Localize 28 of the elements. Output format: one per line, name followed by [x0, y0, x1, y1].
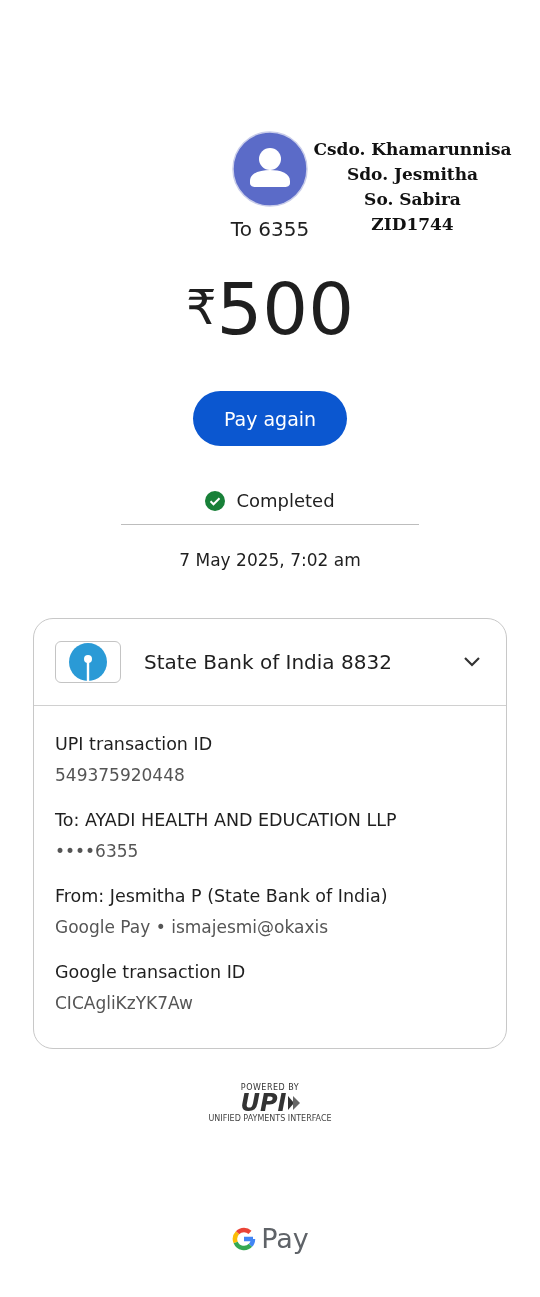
- detail-label: UPI transaction ID: [55, 734, 214, 754]
- upi-arrows-icon: [287, 1096, 300, 1110]
- annotation-text: So. Sabira: [364, 188, 461, 211]
- annotation-text: ZID1744: [371, 213, 454, 236]
- upi-logo-text: UPI: [240, 1092, 287, 1114]
- detail-label: To: AYADI HEALTH AND EDUCATION LLP: [55, 810, 398, 830]
- pay-again-button[interactable]: Pay again: [193, 391, 347, 446]
- bank-account: State Bank of India 8832: [144, 650, 393, 674]
- bank-logo-icon: [55, 641, 121, 683]
- recipient-label: To 6355: [230, 217, 310, 241]
- chevron-down-icon[interactable]: [462, 655, 482, 669]
- google-pay-logo-text: Pay: [261, 1223, 309, 1254]
- detail-value: 549375920448: [55, 765, 186, 785]
- detail-label: From: Jesmitha P (State Bank of India): [55, 886, 389, 906]
- detail-value: CICAgliKzYK7Aw: [55, 993, 194, 1013]
- detail-value: ••••6355: [55, 841, 140, 861]
- status-label: Completed: [236, 490, 335, 511]
- google-g-icon: [231, 1225, 258, 1252]
- annotation-text: Csdo. Khamarunnisa: [313, 138, 512, 161]
- currency-symbol: ₹: [186, 283, 217, 331]
- detail-value: Google Pay • ismajesmi@okaxis: [55, 917, 330, 937]
- detail-label: Google transaction ID: [55, 962, 247, 982]
- powered-by-text: POWERED BY: [240, 1083, 300, 1092]
- date-time: 7 May 2025, 7:02 am: [179, 550, 361, 570]
- avatar-icon: [232, 131, 308, 207]
- annotation-text: Sdo. Jesmitha: [346, 163, 479, 186]
- upi-tagline: UNIFIED PAYMENTS INTERFACE: [208, 1114, 332, 1123]
- amount: 500: [216, 273, 354, 345]
